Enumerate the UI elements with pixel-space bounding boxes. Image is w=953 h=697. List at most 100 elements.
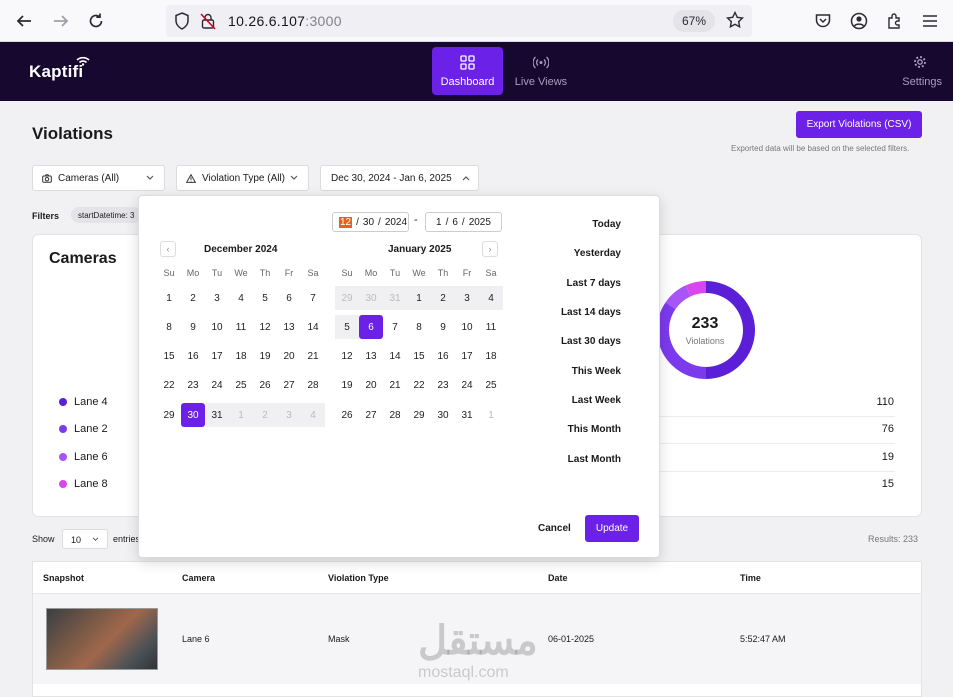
calendar-day[interactable]: 20 [359,374,383,398]
calendar-day[interactable]: 12 [253,315,277,339]
calendar-day[interactable]: 22 [407,374,431,398]
snapshot-thumbnail[interactable] [46,608,158,670]
preset-this-month[interactable]: This Month [568,424,621,435]
calendar-day[interactable]: 29 [407,403,431,427]
calendar-day[interactable]: 25 [229,374,253,398]
preset-last-7-days[interactable]: Last 7 days [567,278,621,289]
calendar-day[interactable]: 26 [253,374,277,398]
calendar-day[interactable]: 27 [359,403,383,427]
calendar-day[interactable]: 1 [229,403,253,428]
end-date-input[interactable]: 1/ 6/ 2025 [425,212,502,232]
back-icon[interactable] [13,10,35,32]
calendar-day[interactable]: 28 [301,374,325,398]
zoom-level[interactable]: 67% [673,10,715,32]
calendar-day[interactable]: 16 [431,345,455,369]
account-icon[interactable] [848,10,870,32]
calendar-day[interactable]: 24 [455,374,479,398]
column-header-snapshot[interactable]: Snapshot [43,573,84,583]
calendar-day[interactable]: 7 [301,286,325,310]
calendar-day[interactable]: 3 [455,286,479,310]
calendar-day[interactable]: 24 [205,374,229,398]
nav-dashboard[interactable]: Dashboard [432,47,503,95]
start-month-segment[interactable]: 12 [339,216,353,228]
calendar-day[interactable]: 16 [181,345,205,369]
calendar-day[interactable]: 25 [479,374,503,398]
calendar-day[interactable]: 9 [431,315,455,339]
column-header-time[interactable]: Time [740,573,761,583]
calendar-day[interactable]: 20 [277,345,301,369]
column-header-date[interactable]: Date [548,573,568,583]
update-button[interactable]: Update [585,515,639,542]
insecure-lock-icon[interactable] [200,12,216,35]
calendar-day[interactable]: 9 [181,315,205,339]
calendar-day[interactable]: 22 [157,374,181,398]
calendar-day[interactable]: 5 [253,286,277,310]
start-date-input[interactable]: 12/ 30/ 2024 [332,212,409,232]
calendar-day[interactable]: 23 [431,374,455,398]
calendar-day[interactable]: 13 [277,315,301,339]
calendar-day[interactable]: 4 [301,403,325,428]
calendar-day[interactable]: 15 [407,345,431,369]
calendar-day[interactable]: 17 [205,345,229,369]
end-year-segment[interactable]: 2025 [469,217,491,228]
calendar-day[interactable]: 10 [205,315,229,339]
reload-icon[interactable] [85,10,107,32]
prev-month-button[interactable]: ‹ [160,241,176,257]
calendar-day[interactable]: 3 [205,286,229,310]
preset-last-month[interactable]: Last Month [568,454,621,465]
calendar-day[interactable]: 2 [431,286,455,310]
calendar-day[interactable]: 12 [335,345,359,369]
date-range-filter-select[interactable]: Dec 30, 2024 - Jan 6, 2025 [320,165,479,191]
calendar-day[interactable]: 7 [383,315,407,339]
calendar-day[interactable]: 8 [407,315,431,339]
calendar-day[interactable]: 30 [359,286,383,310]
url-bar[interactable]: 10.26.6.107:3000 67% [166,5,752,37]
calendar-day[interactable]: 14 [383,345,407,369]
calendar-day[interactable]: 13 [359,345,383,369]
calendar-day[interactable]: 27 [277,374,301,398]
preset-last-14-days[interactable]: Last 14 days [561,307,621,318]
next-month-button[interactable]: › [482,241,498,257]
calendar-day[interactable]: 15 [157,345,181,369]
calendar-day[interactable]: 5 [335,315,359,340]
cameras-filter-select[interactable]: Cameras (All) [32,165,165,191]
kaptifi-logo[interactable]: Kaptifi [29,56,90,82]
calendar-day[interactable]: 18 [229,345,253,369]
filter-chip[interactable]: startDatetime: 3 [71,207,141,223]
calendar-day[interactable]: 8 [157,315,181,339]
shield-icon[interactable] [174,12,190,35]
violation-type-filter-select[interactable]: Violation Type (All) [176,165,309,191]
calendar-day[interactable]: 30 [431,403,455,427]
calendar-day[interactable]: 3 [277,403,301,428]
calendar-day[interactable]: 29 [335,286,359,310]
start-day-segment[interactable]: 30 [363,217,374,228]
calendar-day[interactable]: 19 [253,345,277,369]
preset-last-week[interactable]: Last Week [572,395,621,406]
calendar-day[interactable]: 18 [479,345,503,369]
bookmark-star-icon[interactable] [725,10,745,34]
calendar-day[interactable]: 17 [455,345,479,369]
preset-last-30-days[interactable]: Last 30 days [561,336,621,347]
calendar-day[interactable]: 26 [335,403,359,427]
calendar-day[interactable]: 4 [229,286,253,310]
forward-icon[interactable] [50,10,72,32]
preset-yesterday[interactable]: Yesterday [574,248,621,259]
calendar-day[interactable]: 2 [181,286,205,310]
calendar-day[interactable]: 28 [383,403,407,427]
page-size-select[interactable]: 10 [62,529,108,549]
end-month-segment[interactable]: 1 [436,217,442,228]
calendar-day[interactable]: 11 [479,315,503,339]
calendar-day[interactable]: 14 [301,315,325,339]
preset-this-week[interactable]: This Week [572,366,621,377]
column-header-violation-type[interactable]: Violation Type [328,573,389,583]
cancel-button[interactable]: Cancel [538,523,571,534]
end-day-segment[interactable]: 6 [452,217,458,228]
calendar-day[interactable]: 10 [455,315,479,339]
calendar-day[interactable]: 4 [479,286,503,310]
calendar-day[interactable]: 1 [157,286,181,310]
calendar-day[interactable]: 21 [383,374,407,398]
calendar-day[interactable]: 19 [335,374,359,398]
menu-icon[interactable] [919,10,941,32]
calendar-day[interactable]: 31 [455,403,479,427]
extensions-icon[interactable] [884,10,906,32]
